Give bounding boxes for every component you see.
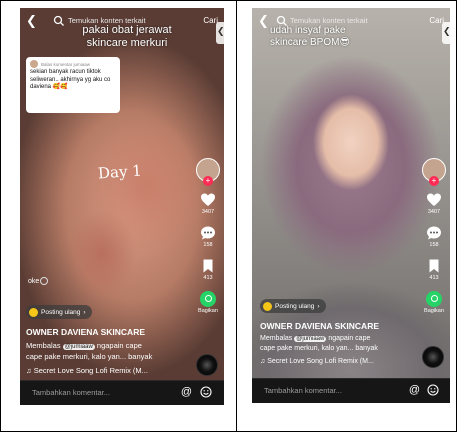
like-count: 3407 bbox=[427, 209, 441, 215]
reply-sticker-text: sekian banyak racun tiktok seliweran.. a… bbox=[30, 69, 111, 90]
music-note-icon: ♫ bbox=[260, 358, 266, 365]
follow-plus-icon[interactable]: + bbox=[429, 176, 439, 186]
music-disc-icon[interactable] bbox=[422, 346, 444, 368]
mention-tag[interactable]: @jumiaaw bbox=[62, 344, 95, 350]
like-button[interactable]: 3407 bbox=[420, 192, 448, 215]
whatsapp-share-icon bbox=[200, 291, 216, 307]
mention-at-icon[interactable]: @ bbox=[409, 384, 420, 396]
video-caption: udah insyaf pake skincare BPOM😎 bbox=[270, 25, 350, 48]
bookmark-icon bbox=[429, 259, 439, 273]
chevron-right-icon: › bbox=[317, 302, 320, 310]
description-line-1: ngapain cape bbox=[328, 335, 371, 342]
music-disc-icon[interactable] bbox=[196, 354, 218, 376]
music-title: Secret Love Song Lofi Remix (M... bbox=[267, 358, 374, 365]
creator-avatar[interactable]: + bbox=[196, 158, 220, 186]
share-label: Bagikan bbox=[198, 308, 218, 314]
left-video-screen: ❮ Temukan konten terkait Cari pakai obat… bbox=[20, 8, 224, 405]
action-rail: + 3407 158 413 Bagikan bbox=[194, 158, 222, 314]
comment-button[interactable]: 158 bbox=[420, 225, 448, 248]
share-button[interactable]: Bagikan bbox=[420, 291, 448, 314]
save-button[interactable]: 413 bbox=[420, 258, 448, 281]
back-arrow-icon[interactable]: ❮ bbox=[26, 14, 37, 28]
video-description[interactable]: Membalas @jumiaaw ngapain cape cape pake… bbox=[26, 341, 196, 362]
side-panel-toggle[interactable]: ❮ bbox=[216, 22, 224, 44]
right-video-screen: ❮ Temukan konten terkait Cari udah insya… bbox=[252, 8, 450, 403]
comment-count: 158 bbox=[429, 242, 439, 248]
whatsapp-share-icon bbox=[426, 291, 442, 307]
sticker-text: oke bbox=[28, 277, 49, 285]
comment-count: 158 bbox=[203, 242, 213, 248]
chevron-left-icon: ❮ bbox=[217, 26, 224, 36]
chevron-right-icon: › bbox=[83, 308, 86, 316]
bookmark-icon bbox=[203, 259, 213, 273]
share-button[interactable]: Bagikan bbox=[194, 291, 222, 314]
oke-label: oke bbox=[28, 277, 40, 285]
music-track[interactable]: ♫ Secret Love Song Lofi Remix (M... bbox=[260, 358, 374, 365]
author-name[interactable]: OWNER DAVIENA SKINCARE bbox=[260, 321, 379, 331]
repost-button[interactable]: Posting ulang › bbox=[26, 305, 92, 319]
emoji-icon[interactable] bbox=[427, 384, 439, 396]
repost-label: Posting ulang bbox=[275, 302, 315, 310]
back-arrow-icon[interactable]: ❮ bbox=[258, 14, 269, 28]
music-note-icon: ♫ bbox=[26, 366, 32, 375]
repost-button[interactable]: Posting ulang › bbox=[260, 299, 326, 313]
comment-bubble-icon bbox=[427, 226, 441, 240]
commenter-avatar bbox=[30, 60, 38, 68]
reply-prefix: Membalas bbox=[26, 341, 61, 350]
info-circle-icon bbox=[40, 277, 49, 285]
save-button[interactable]: 413 bbox=[194, 258, 222, 281]
mention-at-icon[interactable]: @ bbox=[181, 386, 192, 398]
heart-icon bbox=[201, 193, 215, 206]
side-panel-toggle[interactable]: ❮ bbox=[442, 22, 450, 44]
reply-prefix: Membalas bbox=[260, 335, 293, 342]
search-input[interactable]: Temukan konten terkait bbox=[290, 16, 368, 25]
heart-icon bbox=[427, 193, 441, 206]
repost-label: Posting ulang bbox=[41, 308, 81, 316]
action-rail: + 3407 158 413 Bagikan bbox=[420, 158, 448, 314]
chevron-left-icon: ❮ bbox=[443, 26, 450, 36]
save-count: 413 bbox=[429, 275, 439, 281]
save-count: 413 bbox=[203, 275, 213, 281]
emoji-icon[interactable] bbox=[200, 386, 212, 398]
table-divider bbox=[236, 0, 237, 432]
comment-input[interactable]: Tambahkan komentar... bbox=[32, 388, 110, 397]
video-caption: pakai obat jerawat skincare merkuri bbox=[82, 24, 172, 49]
comment-bar: Tambahkan komentar... @ bbox=[20, 380, 224, 405]
follow-plus-icon[interactable]: + bbox=[203, 176, 213, 186]
description-line-2: cape pake merkuri, kalo yan... banyak bbox=[260, 345, 378, 352]
comment-bar: Tambahkan komentar... @ bbox=[252, 378, 450, 403]
repost-avatar-icon bbox=[263, 301, 272, 311]
mention-tag[interactable]: @jumiaaw bbox=[294, 336, 327, 342]
description-line-2: cape pake merkuri, kalo yan... banyak bbox=[26, 352, 153, 361]
comment-bubble-icon bbox=[201, 226, 215, 240]
comment-input[interactable]: Tambahkan komentar... bbox=[264, 386, 342, 395]
reply-comment-sticker[interactable]: Balas komentar jumiaaw sekian banyak rac… bbox=[26, 57, 120, 113]
music-title: Secret Love Song Lofi Remix (M... bbox=[33, 366, 148, 375]
like-button[interactable]: 3407 bbox=[194, 192, 222, 215]
description-line-1: ngapain cape bbox=[96, 341, 142, 350]
video-overlay-text: Day 1 bbox=[97, 161, 143, 183]
author-name[interactable]: OWNER DAVIENA SKINCARE bbox=[26, 327, 145, 337]
repost-avatar-icon bbox=[29, 307, 38, 317]
music-track[interactable]: ♫ Secret Love Song Lofi Remix (M... bbox=[26, 366, 148, 375]
share-label: Bagikan bbox=[424, 308, 444, 314]
creator-avatar[interactable]: + bbox=[422, 158, 446, 186]
reply-sticker-title: Balas komentar jumiaaw bbox=[41, 61, 91, 67]
like-count: 3407 bbox=[201, 209, 215, 215]
comment-button[interactable]: 158 bbox=[194, 225, 222, 248]
video-description[interactable]: Membalas @jumiaaw ngapain cape cape pake… bbox=[260, 334, 420, 354]
